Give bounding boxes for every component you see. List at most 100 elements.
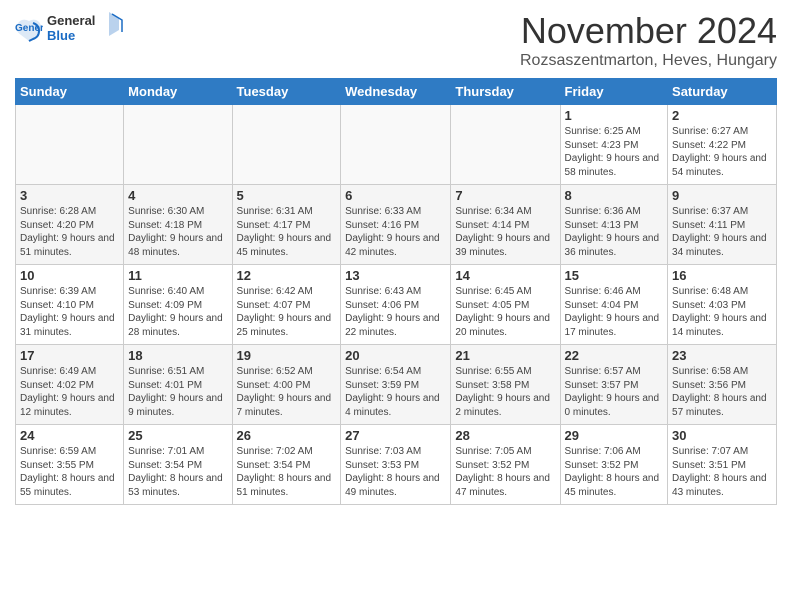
- calendar-cell: 22Sunrise: 6:57 AMSunset: 3:57 PMDayligh…: [560, 345, 668, 425]
- calendar-cell: 19 Sunrise: 6:52 AMSunset: 4:00 PMDayligh…: [232, 345, 341, 425]
- day-info: Sunrise: 6:28 AMSunset: 4:20 PMDaylight:…: [20, 205, 119, 259]
- week-row-2: 10 Sunrise: 6:39 AMSunset: 4:10 PMDayligh…: [16, 265, 777, 345]
- calendar-cell: 11 Sunrise: 6:40 AMSunset: 4:09 PMDayligh…: [124, 265, 232, 345]
- calendar-cell: [232, 105, 341, 185]
- calendar-cell: 10 Sunrise: 6:39 AMSunset: 4:10 PMDayligh…: [16, 265, 124, 345]
- day-number: 21: [455, 348, 555, 363]
- calendar-cell: 15 Sunrise: 6:46 AMSunset: 4:04 PMDayligh…: [560, 265, 668, 345]
- day-number: 8: [565, 188, 664, 203]
- calendar-cell: [341, 105, 451, 185]
- calendar-cell: 3 Sunrise: 6:28 AMSunset: 4:20 PMDaylight…: [16, 185, 124, 265]
- day-info: Sunrise: 6:39 AMSunset: 4:10 PMDaylight:…: [20, 285, 119, 339]
- day-info: Sunrise: 6:49 AMSunset: 4:02 PMDaylight:…: [20, 365, 119, 419]
- day-number: 7: [455, 188, 555, 203]
- day-info: Sunrise: 6:46 AMSunset: 4:04 PMDaylight:…: [565, 285, 664, 339]
- calendar-cell: 23 Sunrise: 6:58 AMSunset: 3:56 PMDayligh…: [668, 345, 777, 425]
- col-friday: Friday: [560, 79, 668, 105]
- calendar-cell: 13Sunrise: 6:43 AMSunset: 4:06 PMDayligh…: [341, 265, 451, 345]
- calendar-cell: 30Sunrise: 7:07 AMSunset: 3:51 PMDayligh…: [668, 425, 777, 505]
- calendar-cell: 21 Sunrise: 6:55 AMSunset: 3:58 PMDayligh…: [451, 345, 560, 425]
- day-info: Sunrise: 6:27 AMSunset: 4:22 PMDaylight:…: [672, 125, 772, 179]
- day-number: 19: [237, 348, 337, 363]
- calendar-cell: 27 Sunrise: 7:03 AMSunset: 3:53 PMDayligh…: [341, 425, 451, 505]
- calendar-cell: 26Sunrise: 7:02 AMSunset: 3:54 PMDayligh…: [232, 425, 341, 505]
- svg-text:Blue: Blue: [47, 28, 75, 43]
- logo-text: General Blue: [47, 10, 127, 51]
- col-monday: Monday: [124, 79, 232, 105]
- day-number: 16: [672, 268, 772, 283]
- week-row-1: 3 Sunrise: 6:28 AMSunset: 4:20 PMDaylight…: [16, 185, 777, 265]
- day-number: 4: [128, 188, 227, 203]
- day-number: 23: [672, 348, 772, 363]
- col-sunday: Sunday: [16, 79, 124, 105]
- calendar-cell: 8 Sunrise: 6:36 AMSunset: 4:13 PMDaylight…: [560, 185, 668, 265]
- day-info: Sunrise: 6:36 AMSunset: 4:13 PMDaylight:…: [565, 205, 664, 259]
- day-number: 9: [672, 188, 772, 203]
- day-info: Sunrise: 6:55 AMSunset: 3:58 PMDaylight:…: [455, 365, 555, 419]
- col-wednesday: Wednesday: [341, 79, 451, 105]
- day-info: Sunrise: 7:01 AMSunset: 3:54 PMDaylight:…: [128, 445, 227, 499]
- calendar-cell: [124, 105, 232, 185]
- header: General General Blue November 2024 Rozsa…: [15, 10, 777, 70]
- calendar-cell: 20Sunrise: 6:54 AMSunset: 3:59 PMDayligh…: [341, 345, 451, 425]
- col-tuesday: Tuesday: [232, 79, 341, 105]
- calendar-header-row: Sunday Monday Tuesday Wednesday Thursday…: [16, 79, 777, 105]
- calendar-cell: 12Sunrise: 6:42 AMSunset: 4:07 PMDayligh…: [232, 265, 341, 345]
- day-number: 15: [565, 268, 664, 283]
- day-info: Sunrise: 6:48 AMSunset: 4:03 PMDaylight:…: [672, 285, 772, 339]
- day-info: Sunrise: 6:43 AMSunset: 4:06 PMDaylight:…: [345, 285, 446, 339]
- day-info: Sunrise: 6:31 AMSunset: 4:17 PMDaylight:…: [237, 205, 337, 259]
- day-info: Sunrise: 6:34 AMSunset: 4:14 PMDaylight:…: [455, 205, 555, 259]
- calendar-cell: 24Sunrise: 6:59 AMSunset: 3:55 PMDayligh…: [16, 425, 124, 505]
- day-number: 28: [455, 428, 555, 443]
- day-info: Sunrise: 6:30 AMSunset: 4:18 PMDaylight:…: [128, 205, 227, 259]
- day-number: 18: [128, 348, 227, 363]
- day-number: 25: [128, 428, 227, 443]
- day-info: Sunrise: 6:57 AMSunset: 3:57 PMDaylight:…: [565, 365, 664, 419]
- day-number: 11: [128, 268, 227, 283]
- week-row-0: 1 Sunrise: 6:25 AMSunset: 4:23 PMDaylight…: [16, 105, 777, 185]
- day-info: Sunrise: 6:52 AMSunset: 4:00 PMDaylight:…: [237, 365, 337, 419]
- day-number: 6: [345, 188, 446, 203]
- calendar-cell: 29Sunrise: 7:06 AMSunset: 3:52 PMDayligh…: [560, 425, 668, 505]
- day-info: Sunrise: 7:06 AMSunset: 3:52 PMDaylight:…: [565, 445, 664, 499]
- day-info: Sunrise: 6:40 AMSunset: 4:09 PMDaylight:…: [128, 285, 227, 339]
- day-number: 20: [345, 348, 446, 363]
- calendar-cell: 28Sunrise: 7:05 AMSunset: 3:52 PMDayligh…: [451, 425, 560, 505]
- day-number: 14: [455, 268, 555, 283]
- day-info: Sunrise: 6:37 AMSunset: 4:11 PMDaylight:…: [672, 205, 772, 259]
- day-info: Sunrise: 7:07 AMSunset: 3:51 PMDaylight:…: [672, 445, 772, 499]
- calendar-cell: [451, 105, 560, 185]
- calendar-cell: 5 Sunrise: 6:31 AMSunset: 4:17 PMDaylight…: [232, 185, 341, 265]
- calendar-cell: 9 Sunrise: 6:37 AMSunset: 4:11 PMDaylight…: [668, 185, 777, 265]
- main-title: November 2024: [520, 10, 777, 52]
- day-info: Sunrise: 6:33 AMSunset: 4:16 PMDaylight:…: [345, 205, 446, 259]
- day-info: Sunrise: 6:59 AMSunset: 3:55 PMDaylight:…: [20, 445, 119, 499]
- col-saturday: Saturday: [668, 79, 777, 105]
- week-row-4: 24Sunrise: 6:59 AMSunset: 3:55 PMDayligh…: [16, 425, 777, 505]
- day-number: 17: [20, 348, 119, 363]
- calendar-cell: 16 Sunrise: 6:48 AMSunset: 4:03 PMDayligh…: [668, 265, 777, 345]
- calendar-cell: 17 Sunrise: 6:49 AMSunset: 4:02 PMDayligh…: [16, 345, 124, 425]
- week-row-3: 17 Sunrise: 6:49 AMSunset: 4:02 PMDayligh…: [16, 345, 777, 425]
- day-info: Sunrise: 6:58 AMSunset: 3:56 PMDaylight:…: [672, 365, 772, 419]
- day-info: Sunrise: 7:03 AMSunset: 3:53 PMDaylight:…: [345, 445, 446, 499]
- day-info: Sunrise: 7:02 AMSunset: 3:54 PMDaylight:…: [237, 445, 337, 499]
- day-number: 5: [237, 188, 337, 203]
- day-info: Sunrise: 6:25 AMSunset: 4:23 PMDaylight:…: [565, 125, 664, 179]
- svg-text:General: General: [47, 13, 95, 28]
- calendar-cell: 7 Sunrise: 6:34 AMSunset: 4:14 PMDaylight…: [451, 185, 560, 265]
- calendar-cell: 25 Sunrise: 7:01 AMSunset: 3:54 PMDayligh…: [124, 425, 232, 505]
- day-number: 3: [20, 188, 119, 203]
- logo-icon: General: [15, 17, 43, 45]
- page: General General Blue November 2024 Rozsa…: [0, 0, 792, 612]
- calendar: Sunday Monday Tuesday Wednesday Thursday…: [15, 78, 777, 505]
- day-number: 1: [565, 108, 664, 123]
- logo: General General Blue: [15, 10, 127, 51]
- subtitle: Rozsaszentmarton, Heves, Hungary: [520, 52, 777, 70]
- day-number: 10: [20, 268, 119, 283]
- day-number: 2: [672, 108, 772, 123]
- calendar-cell: 4 Sunrise: 6:30 AMSunset: 4:18 PMDaylight…: [124, 185, 232, 265]
- calendar-cell: 18Sunrise: 6:51 AMSunset: 4:01 PMDayligh…: [124, 345, 232, 425]
- day-number: 27: [345, 428, 446, 443]
